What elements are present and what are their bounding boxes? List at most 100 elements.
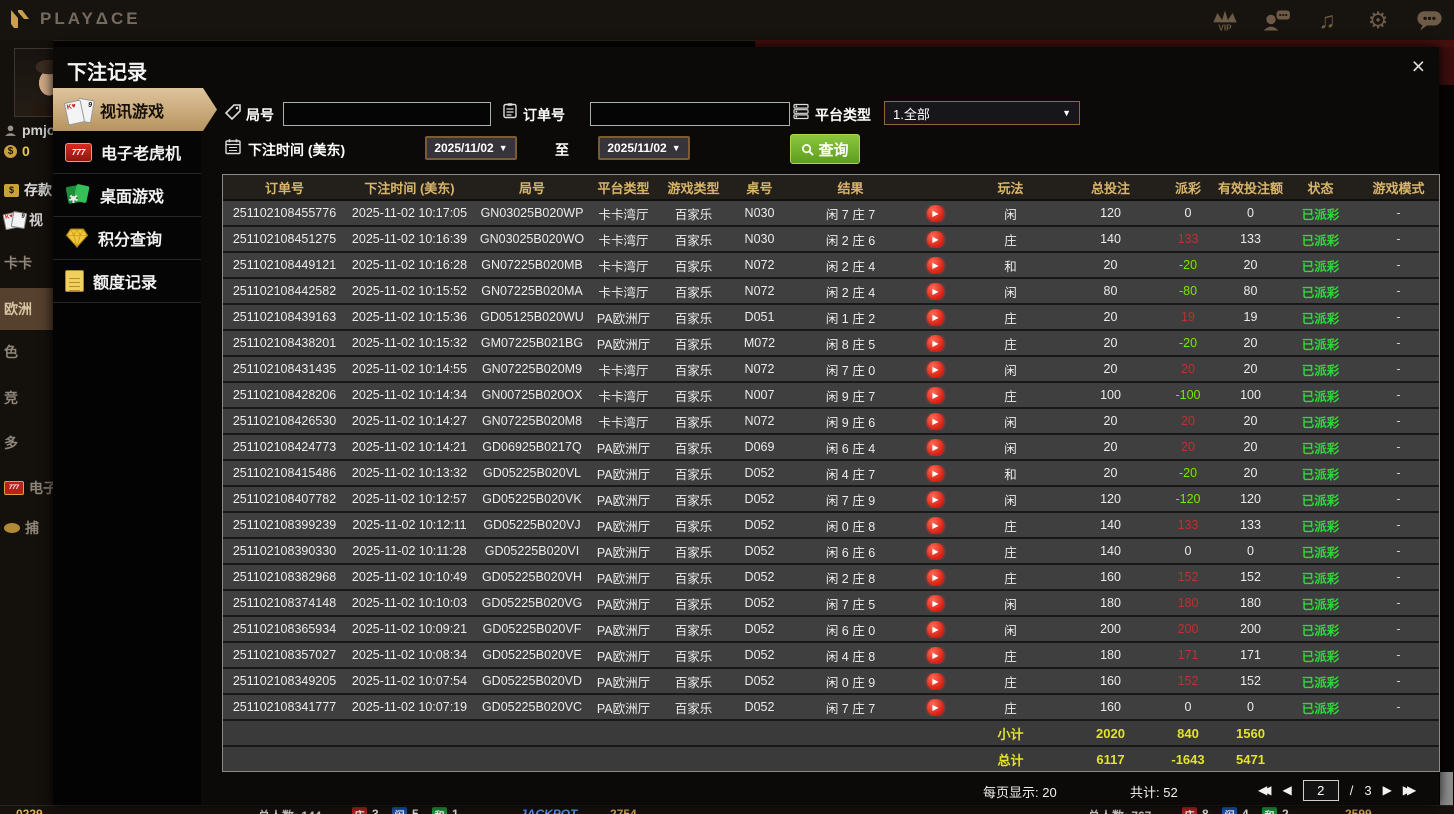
- video-games-row[interactable]: K♥ 9 视: [2, 210, 43, 231]
- settings-icon[interactable]: ⚙: [1363, 5, 1393, 35]
- cell-payout: -20: [1178, 336, 1198, 350]
- next-page-icon[interactable]: ▶: [1383, 784, 1392, 796]
- user-row[interactable]: pmjo: [4, 122, 53, 138]
- bg-menu-item[interactable]: 捕: [4, 518, 39, 538]
- vip-icon[interactable]: VIP: [1210, 5, 1240, 35]
- cell-valid-bet: 133: [1240, 518, 1261, 532]
- sidebar-item-quota-records[interactable]: 额度记录: [53, 260, 201, 303]
- cell-play-type: 庄: [1004, 675, 1017, 690]
- cell-game-mode: -: [1396, 336, 1401, 350]
- last-page-icon[interactable]: ▶▶: [1403, 784, 1417, 796]
- play-icon[interactable]: ▶: [927, 672, 944, 690]
- bg-menu-item[interactable]: 竞: [4, 388, 18, 408]
- play-icon[interactable]: ▶: [927, 594, 944, 612]
- bg-menu-item[interactable]: 卡卡: [4, 253, 32, 273]
- cell-game-mode: -: [1396, 206, 1401, 220]
- cell-status: 已派彩: [1301, 623, 1340, 638]
- bg-menu-item[interactable]: 多: [4, 433, 18, 453]
- sidebar-item-live-games[interactable]: K♥ 9 视讯游戏: [53, 88, 217, 131]
- cell-replay: ▶: [913, 594, 958, 612]
- cell-round-no: GD05225B020VJ: [483, 518, 581, 532]
- cell-valid-bet: 0: [1247, 206, 1254, 220]
- cell-result: 闲 6 庄 0: [825, 623, 876, 638]
- tag-icon: [224, 104, 241, 121]
- total-row-total-bet: 6117: [1096, 751, 1125, 767]
- cell-game-mode: -: [1396, 414, 1401, 428]
- customer-service-icon[interactable]: [1261, 5, 1291, 35]
- play-icon[interactable]: ▶: [927, 646, 944, 664]
- per-page-label: 每页显示: 20: [983, 785, 1057, 800]
- first-page-icon[interactable]: ◀◀: [1258, 784, 1272, 796]
- cell-table-no: N030: [744, 232, 775, 246]
- banker-badge-2: 庄: [1182, 807, 1197, 814]
- cell-platform: PA欧洲厅: [596, 311, 651, 326]
- close-icon[interactable]: ×: [1412, 55, 1425, 78]
- bg-menu-item[interactable]: 色: [4, 342, 18, 362]
- play-icon[interactable]: ▶: [927, 568, 944, 586]
- search-button[interactable]: 查询: [790, 134, 860, 164]
- cell-platform: 卡卡湾厅: [598, 207, 649, 222]
- date-to-picker[interactable]: 2025/11/02 ▼: [598, 136, 690, 160]
- cell-platform: 卡卡湾厅: [598, 389, 649, 404]
- cell-valid-bet: 80: [1243, 284, 1258, 298]
- cell-valid-bet: 19: [1243, 310, 1258, 324]
- order-input[interactable]: [590, 102, 790, 126]
- avatar[interactable]: [14, 48, 53, 117]
- platform-select-value: 1.全部: [893, 106, 930, 122]
- deposit-icon: $: [4, 183, 19, 197]
- deposit-button[interactable]: $ 存款: [4, 180, 52, 200]
- play-icon[interactable]: ▶: [927, 230, 944, 248]
- date-from-picker[interactable]: 2025/11/02 ▼: [425, 136, 517, 160]
- cell-play-type: 闲: [1004, 597, 1017, 612]
- page-separator: /: [1349, 782, 1354, 798]
- play-icon[interactable]: ▶: [927, 620, 944, 638]
- play-icon[interactable]: ▶: [927, 282, 944, 300]
- music-icon[interactable]: ♫: [1312, 5, 1342, 35]
- cell-order-no: 251102108390330: [232, 544, 337, 558]
- cell-result: 闲 9 庄 7: [825, 389, 876, 404]
- play-icon[interactable]: ▶: [927, 490, 944, 508]
- prev-page-icon[interactable]: ◀: [1282, 784, 1291, 796]
- cell-total-bet: 160: [1100, 700, 1121, 714]
- play-icon[interactable]: ▶: [927, 308, 944, 326]
- play-icon[interactable]: ▶: [927, 438, 944, 456]
- round-input[interactable]: [283, 102, 491, 126]
- play-icon[interactable]: ▶: [927, 698, 944, 716]
- play-icon[interactable]: ▶: [927, 542, 944, 560]
- cell-payout: 0: [1184, 700, 1192, 714]
- sidebar-item-table-games[interactable]: 桌面游戏: [53, 174, 201, 217]
- platform-select[interactable]: 1.全部 ▼: [884, 101, 1080, 125]
- cell-round-no: GN07225B020M9: [481, 362, 583, 376]
- cell-game-type: 百家乐: [674, 363, 713, 378]
- cell-total-bet: 180: [1100, 648, 1121, 662]
- scrollbar-thumb[interactable]: [1440, 772, 1453, 805]
- play-icon[interactable]: ▶: [927, 386, 944, 404]
- cell-valid-bet: 0: [1247, 700, 1254, 714]
- cell-total-bet: 20: [1103, 362, 1118, 376]
- player-count-2: 4: [1242, 807, 1249, 814]
- play-icon[interactable]: ▶: [927, 360, 944, 378]
- cell-result: 闲 0 庄 9: [825, 675, 876, 690]
- cell-round-no: GD05225B020VF: [482, 622, 582, 636]
- play-icon[interactable]: ▶: [927, 334, 944, 352]
- sidebar-item-points-query[interactable]: 积分查询: [53, 217, 201, 260]
- cell-play-type: 庄: [1004, 337, 1017, 352]
- cell-result: 闲 7 庄 5: [825, 597, 876, 612]
- play-icon[interactable]: ▶: [927, 256, 944, 274]
- players-count: 总人数: 144: [258, 807, 321, 814]
- page-input[interactable]: 2: [1302, 779, 1339, 801]
- bg-menu-item[interactable]: 777 电子: [4, 478, 53, 498]
- cell-status: 已派彩: [1301, 597, 1340, 612]
- menu-label: 色: [4, 344, 18, 360]
- sidebar-item-slots[interactable]: 777 电子老虎机: [53, 131, 201, 174]
- cell-round-no: GD05225B020VE: [482, 648, 582, 662]
- play-icon[interactable]: ▶: [927, 464, 944, 482]
- cell-total-bet: 80: [1103, 284, 1118, 298]
- messages-icon[interactable]: [1414, 5, 1444, 35]
- sidebar-label: 电子老虎机: [101, 146, 182, 163]
- play-icon[interactable]: ▶: [927, 204, 944, 222]
- play-icon[interactable]: ▶: [927, 412, 944, 430]
- play-icon[interactable]: ▶: [927, 516, 944, 534]
- cell-result: 闲 2 庄 6: [825, 233, 876, 248]
- bg-menu-item-active[interactable]: 欧洲: [4, 299, 32, 319]
